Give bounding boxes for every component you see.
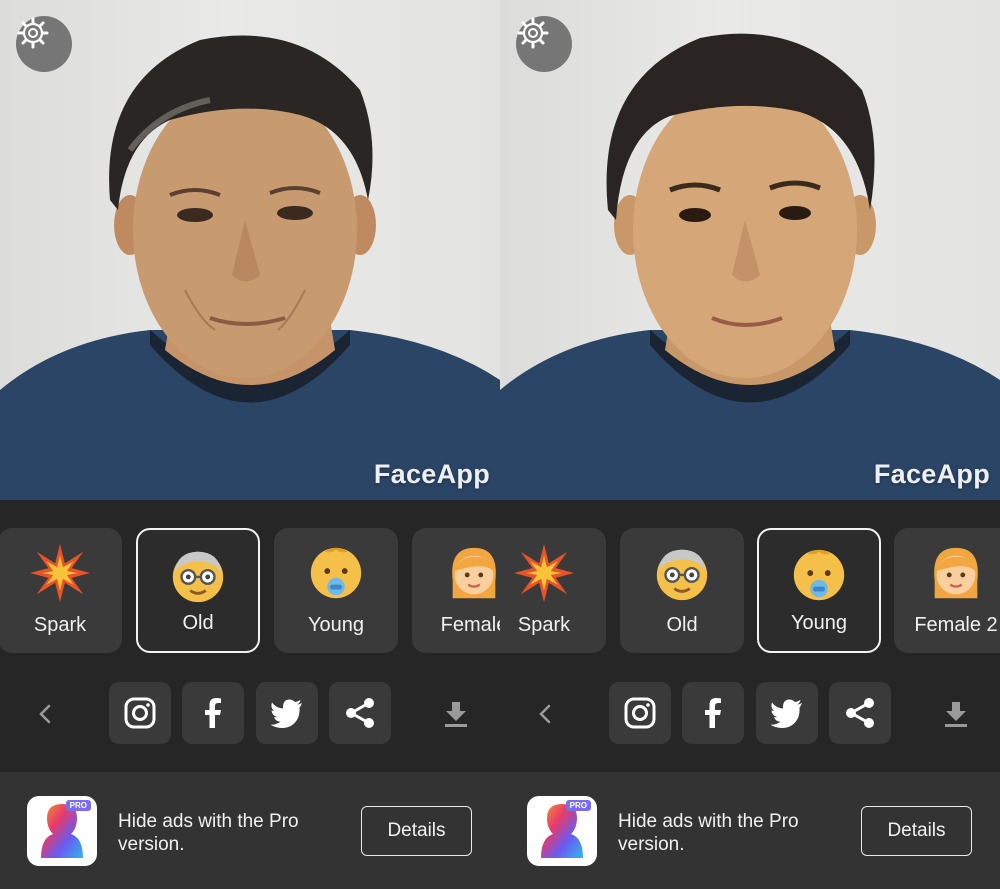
filter-spark[interactable]: Spark [500,528,606,653]
faceapp-watermark: FaceApp [373,459,490,489]
instagram-icon [624,697,656,729]
gear-icon [17,17,49,49]
facebook-button[interactable] [182,682,244,744]
details-button[interactable]: Details [361,806,472,856]
spark-icon [513,543,575,603]
woman-icon [934,547,978,599]
instagram-button[interactable] [109,682,171,744]
right-panel: FaceApp Spark Old Young Female 2 PRO Hid… [500,0,1000,889]
old-man-icon [656,549,708,601]
download-icon [445,702,467,727]
chevron-left-icon [539,704,551,724]
instagram-button[interactable] [609,682,671,744]
filter-female[interactable]: Female [412,528,500,653]
share-button[interactable] [329,682,391,744]
download-button[interactable] [936,694,976,734]
twitter-icon [770,699,802,728]
filter-old[interactable]: Old [136,528,260,653]
ad-banner: PRO Hide ads with the Pro version. Detai… [0,772,500,889]
details-button[interactable]: Details [861,806,972,856]
faceapp-pro-logo[interactable]: PRO [27,796,97,866]
filter-spark-label: Spark [33,614,87,636]
baby-icon [310,547,362,599]
facebook-icon [705,698,721,728]
left-panel: FaceApp Spark Old Young Femal PRO Hide a… [0,0,500,889]
chevron-left-icon [39,704,51,724]
twitter-button[interactable] [756,682,818,744]
share-button[interactable] [829,682,891,744]
twitter-icon [270,699,302,728]
filter-young-label: Young [791,612,847,634]
filter-young[interactable]: Young [274,528,398,653]
filter-female-2[interactable]: Female 2 [894,528,1000,653]
photo-young: FaceApp [500,0,1000,500]
filter-young-label: Young [308,614,364,636]
filter-young[interactable]: Young [757,528,881,653]
settings-button[interactable] [16,16,72,72]
gear-icon [517,17,549,49]
settings-button[interactable] [516,16,572,72]
spark-icon [29,543,91,603]
share-icon [346,698,374,728]
faceapp-watermark: FaceApp [873,459,990,489]
filter-female-label: Female [440,614,500,636]
filter-old-label: Old [182,612,214,634]
share-bar [0,672,500,772]
filter-strip: Spark Old Young [500,500,1000,672]
filter-spark[interactable]: Spark [0,528,122,653]
filter-old[interactable]: Old [620,528,744,653]
filter-strip: Spark Old Young [0,500,500,672]
ad-text: Hide ads with the Pro version. [118,811,299,855]
facebook-button[interactable] [682,682,744,744]
back-button[interactable] [525,694,565,734]
faceapp-pro-logo[interactable]: PRO [527,796,597,866]
twitter-button[interactable] [256,682,318,744]
baby-icon [793,549,845,601]
photo-old: FaceApp [0,0,500,500]
woman-icon [452,547,496,599]
back-button[interactable] [25,694,65,734]
instagram-icon [124,697,156,729]
filter-old-label: Old [666,614,698,636]
facebook-icon [205,698,221,728]
old-man-icon [172,551,224,603]
portrait-young [500,33,1000,500]
share-icon [846,698,874,728]
filter-female-2-label: Female 2 [914,614,998,636]
ad-banner: PRO Hide ads with the Pro version. Detai… [500,772,1000,889]
portrait-old [0,35,500,500]
download-icon [945,702,967,727]
pro-badge: PRO [565,800,591,811]
pro-badge: PRO [65,800,91,811]
download-button[interactable] [436,694,476,734]
filter-spark-label: Spark [517,614,571,636]
ad-text: Hide ads with the Pro version. [618,811,799,855]
share-bar [500,672,1000,772]
